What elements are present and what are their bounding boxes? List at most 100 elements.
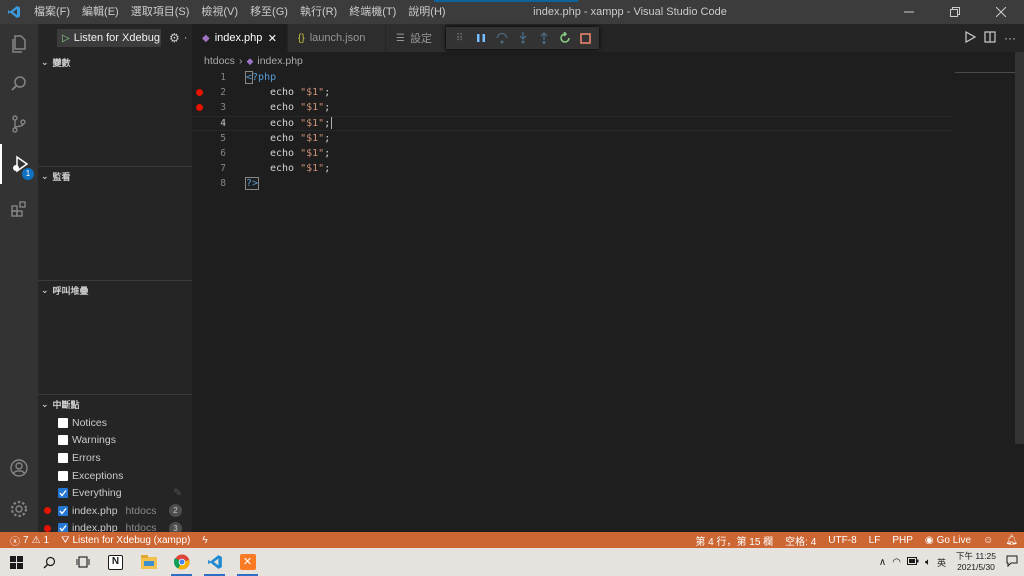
- explorer-icon[interactable]: [0, 24, 38, 64]
- breakpoint-errors[interactable]: Errors: [38, 449, 192, 467]
- breadcrumb-file[interactable]: index.php: [257, 55, 303, 67]
- breakpoint-dot-icon[interactable]: [196, 89, 203, 97]
- code-line: 8 ?>: [192, 176, 952, 191]
- xampp-icon[interactable]: ✕: [231, 548, 264, 576]
- breakpoint-exceptions[interactable]: Exceptions: [38, 467, 192, 485]
- error-icon: ⓧ: [10, 536, 20, 548]
- close-icon[interactable]: ✕: [268, 32, 277, 45]
- ime-indicator[interactable]: 英: [937, 556, 946, 569]
- run-debug-icon[interactable]: 1: [0, 144, 38, 184]
- warning-count: 1: [43, 534, 50, 546]
- drag-handle-icon[interactable]: ⠿: [452, 31, 467, 46]
- start-button[interactable]: [0, 548, 33, 576]
- launch-settings-gear-icon[interactable]: ⚙: [169, 31, 180, 45]
- breakpoint-dot-icon[interactable]: [196, 104, 203, 112]
- notices-checkbox[interactable]: [58, 417, 68, 428]
- line-number: 7: [220, 163, 226, 175]
- breakpoint-checkbox[interactable]: [58, 505, 68, 516]
- everything-checkbox[interactable]: [58, 488, 68, 499]
- notion-app-icon[interactable]: N: [99, 548, 132, 576]
- battery-icon[interactable]: [906, 557, 919, 567]
- close-window-button[interactable]: [978, 0, 1024, 24]
- variables-section-header[interactable]: ⌄ 變數: [38, 52, 192, 72]
- tab-index-php[interactable]: ◆ index.php ✕: [192, 24, 288, 52]
- chrome-icon[interactable]: [165, 548, 198, 576]
- end-of-line[interactable]: LF: [863, 532, 887, 548]
- start-debug-icon[interactable]: ▷: [62, 33, 70, 44]
- encoding[interactable]: UTF-8: [822, 532, 862, 548]
- minimap[interactable]: [955, 72, 1015, 73]
- menu-go[interactable]: 移至(G): [244, 0, 294, 24]
- notifications-bell-icon[interactable]: 🔔︎: [999, 532, 1024, 548]
- problems-indicator[interactable]: ⓧ 7 ⚠ 1: [0, 532, 55, 548]
- editor-scrollbar[interactable]: [1015, 52, 1024, 444]
- breadcrumb-folder[interactable]: htdocs: [204, 55, 235, 67]
- lightning-icon[interactable]: ϟ: [196, 532, 213, 548]
- search-icon[interactable]: [33, 548, 66, 576]
- breakpoint-warnings[interactable]: Warnings: [38, 432, 192, 450]
- language-mode[interactable]: PHP: [886, 532, 919, 548]
- php-file-icon: ◆: [202, 32, 210, 44]
- clock[interactable]: 下午 11:25 2021/5/30: [952, 551, 1000, 573]
- go-live-button[interactable]: ◉ Go Live: [919, 532, 977, 548]
- code-line: 1 <?php: [192, 70, 952, 85]
- split-editor-icon[interactable]: [984, 30, 996, 46]
- edit-pencil-icon[interactable]: ✎: [173, 487, 182, 499]
- breakpoint-label: Everything: [72, 487, 122, 500]
- cursor-position[interactable]: 第 4 行，第 15 欄: [689, 532, 779, 548]
- run-file-icon[interactable]: [964, 30, 977, 46]
- file-explorer-icon[interactable]: [132, 548, 165, 576]
- code-editor[interactable]: 1 <?php 2 echo "$1"; 3 echo "$1"; 4 echo…: [192, 70, 952, 532]
- restore-button[interactable]: [932, 0, 978, 24]
- callstack-section-header[interactable]: ⌄ 呼叫堆疊: [38, 280, 192, 300]
- step-into-icon[interactable]: [515, 31, 530, 46]
- exceptions-checkbox[interactable]: [58, 470, 68, 481]
- more-actions-icon[interactable]: ···: [1004, 31, 1016, 45]
- windows-taskbar: N ✕ ∧ ◠ 🔈︎ 英 下午 11:25 2021/5/30: [0, 548, 1024, 576]
- menu-run[interactable]: 執行(R): [294, 0, 343, 24]
- breakpoint-everything[interactable]: Everything ✎: [38, 484, 192, 502]
- step-out-icon[interactable]: [536, 31, 551, 46]
- indentation[interactable]: 空格: 4: [779, 532, 822, 548]
- search-icon[interactable]: [0, 64, 38, 104]
- task-view-icon[interactable]: [66, 548, 99, 576]
- vscode-taskbar-icon[interactable]: [198, 548, 231, 576]
- feedback-icon[interactable]: ☺: [977, 532, 999, 548]
- errors-checkbox[interactable]: [58, 452, 68, 463]
- menu-file[interactable]: 檔案(F): [28, 0, 76, 24]
- variables-title: 變數: [52, 57, 71, 68]
- breakpoint-label: Errors: [72, 451, 101, 464]
- minimize-button[interactable]: [886, 0, 932, 24]
- window-title: index.php - xampp - Visual Studio Code: [533, 6, 727, 18]
- source-control-icon[interactable]: [0, 104, 38, 144]
- menu-help[interactable]: 說明(H): [402, 0, 451, 24]
- tab-settings[interactable]: ☰ 設定: [386, 24, 446, 52]
- notification-center-icon[interactable]: [1006, 555, 1018, 569]
- menu-edit[interactable]: 編輯(E): [76, 0, 125, 24]
- chevron-up-icon[interactable]: ∧: [879, 557, 886, 568]
- breakpoint-file-line[interactable]: index.php htdocs 2: [38, 502, 192, 520]
- breakpoint-notices[interactable]: Notices: [38, 414, 192, 432]
- settings-gear-icon[interactable]: [0, 489, 38, 529]
- account-icon[interactable]: [0, 448, 38, 488]
- warnings-checkbox[interactable]: [58, 435, 68, 446]
- volume-icon[interactable]: 🔈︎: [925, 557, 931, 568]
- watch-section-header[interactable]: ⌄ 監看: [38, 166, 192, 186]
- tab-launch-json[interactable]: {} launch.json: [288, 24, 386, 52]
- launch-config-select[interactable]: ▷ Listen for Xdebug ⌄: [57, 29, 161, 47]
- stop-icon[interactable]: [578, 31, 593, 46]
- error-count: 7: [23, 534, 29, 546]
- menu-selection[interactable]: 選取項目(S): [125, 0, 196, 24]
- extensions-icon[interactable]: [0, 189, 38, 229]
- wifi-icon[interactable]: ◠: [892, 557, 901, 568]
- step-over-icon[interactable]: [494, 31, 509, 46]
- debug-target-indicator[interactable]: ⛛ Listen for Xdebug (xampp): [55, 532, 196, 548]
- activity-bar: 1: [0, 24, 38, 532]
- breakpoints-section-header[interactable]: ⌄ 中斷點: [38, 394, 192, 414]
- semicolon: ;: [324, 87, 331, 99]
- pause-icon[interactable]: [473, 31, 488, 46]
- menu-view[interactable]: 檢視(V): [195, 0, 244, 24]
- restart-icon[interactable]: [557, 31, 572, 46]
- more-actions-icon[interactable]: ·: [184, 32, 188, 44]
- menu-terminal[interactable]: 終端機(T): [343, 0, 402, 24]
